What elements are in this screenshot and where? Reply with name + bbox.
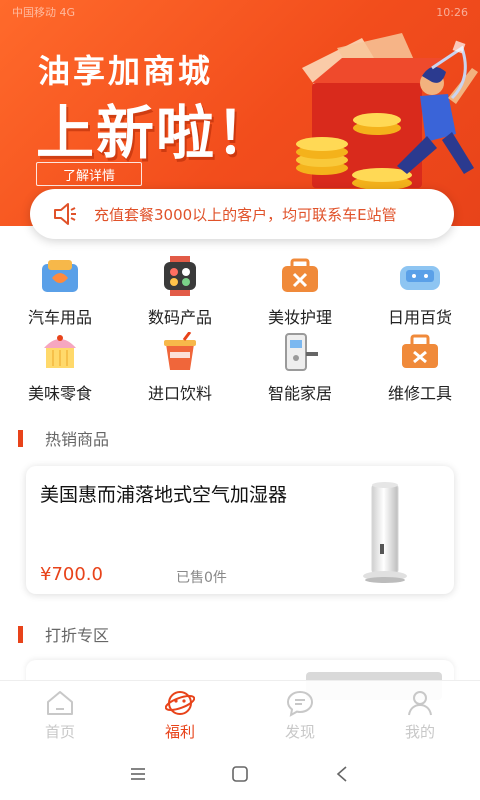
car-supplies-icon (38, 256, 82, 296)
beauty-care-icon (278, 256, 322, 296)
tab-home[interactable]: 首页 (0, 681, 120, 748)
category-label: 智能家居 (267, 384, 332, 403)
banner-headline: 上新啦！ (36, 99, 277, 167)
notice-text: 充值套餐3000以上的客户，均可联系车E站管 (94, 205, 397, 224)
tab-profile[interactable]: 我的 (360, 681, 480, 748)
home-square-icon[interactable] (230, 764, 250, 784)
section-title-hot: 热销商品 (45, 430, 110, 449)
snacks-icon (38, 332, 82, 372)
category-label: 维修工具 (387, 384, 452, 403)
humidifier-image (363, 482, 407, 583)
status-bar: 中国移动 4G 10:26 (0, 0, 480, 24)
daily-goods-icon (398, 256, 442, 296)
tab-label: 首页 (44, 723, 75, 741)
category-label: 数码产品 (147, 308, 212, 327)
section-marker (18, 429, 23, 447)
tab-label: 福利 (164, 723, 195, 741)
category-beauty[interactable]: 美妆护理 (240, 256, 360, 332)
home-icon (47, 691, 73, 715)
status-carrier: 中国移动 4G (12, 6, 76, 19)
category-smart-home[interactable]: 智能家居 (240, 332, 360, 408)
product-name: 美国惠而浦落地式空气加湿器 (40, 484, 288, 506)
section-marker (18, 625, 23, 643)
tab-welfare[interactable]: 福利 (120, 681, 240, 748)
menu-icon[interactable] (128, 764, 148, 784)
category-label: 美妆护理 (267, 308, 332, 327)
category-label: 美味零食 (27, 384, 92, 403)
tab-label: 我的 (404, 723, 435, 741)
category-repair-tools[interactable]: 维修工具 (360, 332, 480, 408)
speaker-icon (54, 203, 76, 225)
bottom-tab-bar: 首页 福利 发现 我的 (0, 680, 480, 748)
status-time: 10:26 (436, 5, 468, 19)
tab-discover[interactable]: 发现 (240, 681, 360, 748)
back-icon[interactable] (332, 764, 352, 784)
category-label: 汽车用品 (27, 308, 92, 327)
category-drinks[interactable]: 进口饮料 (120, 332, 240, 408)
digital-products-icon (158, 256, 202, 296)
category-grid: 汽车用品 数码产品 美妆护理 日用百货 美味零食 进口饮料 智能家居 维修工具 (0, 256, 480, 408)
product-card[interactable]: 美国惠而浦落地式空气加湿器 ¥700.0 已售0件 (26, 466, 454, 594)
category-car-supplies[interactable]: 汽车用品 (0, 256, 120, 332)
category-daily-goods[interactable]: 日用百货 (360, 256, 480, 332)
category-digital[interactable]: 数码产品 (120, 256, 240, 332)
smart-home-icon (278, 332, 322, 372)
welfare-icon (165, 691, 195, 715)
category-label: 进口饮料 (147, 384, 212, 403)
category-snacks[interactable]: 美味零食 (0, 332, 120, 408)
section-hot-products: 热销商品 (18, 426, 109, 450)
section-title-discount: 打折专区 (45, 626, 110, 645)
shopping-illustration-icon (296, 33, 478, 190)
product-price: ¥700.0 (40, 564, 103, 585)
profile-icon (408, 691, 432, 716)
learn-more-button[interactable]: 了解详情 (36, 162, 142, 186)
tab-label: 发现 (284, 723, 315, 741)
drinks-icon (158, 332, 202, 372)
discover-icon (286, 690, 314, 717)
system-nav-bar (0, 748, 480, 800)
notice-bar[interactable]: 充值套餐3000以上的客户，均可联系车E站管 (30, 189, 454, 239)
category-label: 日用百货 (387, 308, 452, 327)
section-discount: 打折专区 (18, 622, 109, 646)
product-sold-count: 已售0件 (176, 570, 227, 586)
repair-tools-icon (398, 332, 442, 372)
